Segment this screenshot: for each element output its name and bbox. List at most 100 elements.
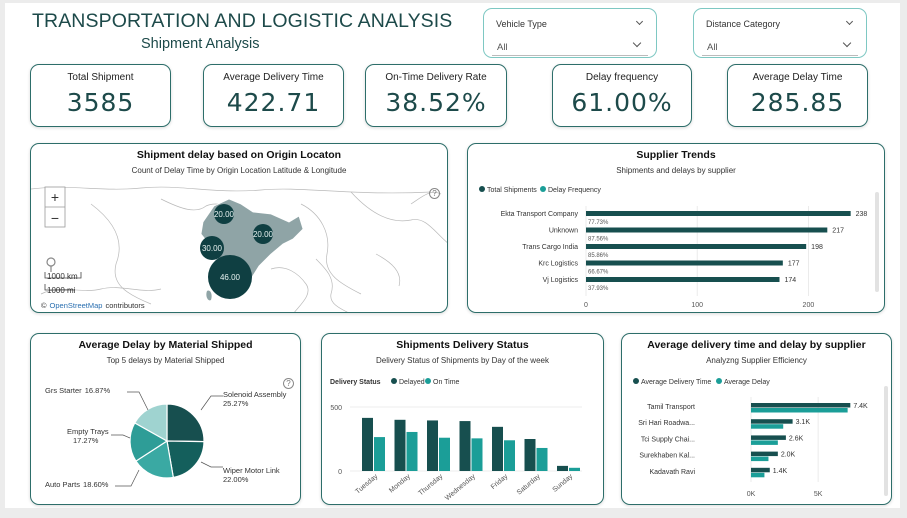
help-icon[interactable]: ? <box>429 188 440 199</box>
bar-total-shipments[interactable] <box>586 260 783 266</box>
chevron-down-icon[interactable] <box>632 38 642 48</box>
category-label: Surekhaben Kal... <box>639 453 695 460</box>
x-tick-label: Thursday <box>417 473 444 497</box>
slice-text: Grs Starter 16.87% <box>45 386 110 395</box>
kpi-label: Total Shipment <box>67 72 134 83</box>
pie-slice[interactable] <box>166 403 205 443</box>
supplier-efficiency-chart[interactable]: Average Delivery Time Average Delay 0K 5K Ta… <box>622 334 893 506</box>
bar-avg-delay[interactable] <box>751 440 778 445</box>
material-pie-chart[interactable]: Solenoid Assembly25.27% Wiper Motor Link2… <box>31 334 302 506</box>
chevron-down-icon[interactable] <box>842 38 852 48</box>
page-subtitle: Shipment Analysis <box>141 36 260 52</box>
bar-avg-delay[interactable] <box>751 424 784 429</box>
kpi-label: Delay frequency <box>585 72 659 83</box>
kpi-value: 38.52% <box>385 88 487 117</box>
slice-percent: 25.27% <box>223 399 249 408</box>
map-border-line <box>375 253 401 287</box>
bar-data-label: 2.6K <box>789 435 804 442</box>
vehicle-type-slicer[interactable]: Vehicle Type All <box>483 8 657 58</box>
slice-label: Empty Trays <box>67 427 109 436</box>
legend-label[interactable]: Delay Frequency <box>548 187 601 194</box>
bar-total-shipments[interactable] <box>586 244 807 249</box>
bar-delayed[interactable] <box>459 421 471 471</box>
bar-data-label: 238 <box>856 211 868 218</box>
bar-avg-delivery-time[interactable] <box>751 419 793 424</box>
kpi-average-delay-time: Average Delay Time 285.85 <box>727 64 868 127</box>
scrollbar[interactable] <box>884 386 888 496</box>
scale-km-label: 1000 km <box>47 272 78 281</box>
scrollbar[interactable] <box>875 192 879 292</box>
legend-label[interactable]: Total Shipments <box>487 187 537 194</box>
supplier-trends-chart[interactable]: Total Shipments Delay Frequency 0 100 200 Ekt… <box>468 144 886 314</box>
bar-delayed[interactable] <box>427 420 438 471</box>
bar-total-shipments[interactable] <box>586 277 780 282</box>
slicer-underline <box>492 55 648 56</box>
bar-avg-delivery-time[interactable] <box>751 467 770 473</box>
distance-category-slicer[interactable]: Distance Category All <box>693 8 867 58</box>
bar-delayed[interactable] <box>557 465 568 471</box>
bar-on-time[interactable] <box>439 437 450 471</box>
bar-avg-delay[interactable] <box>751 408 848 413</box>
bar-data-label: 174 <box>784 277 796 284</box>
bar-on-time[interactable] <box>374 437 385 471</box>
bar-avg-delay[interactable] <box>751 456 769 462</box>
bar-total-shipments[interactable] <box>586 211 851 216</box>
legend-label[interactable]: On Time <box>433 379 460 386</box>
legend-label[interactable]: Average Delivery Time <box>641 379 711 386</box>
category-label: Tamil Transport <box>647 404 695 411</box>
bar-total-shipments[interactable] <box>586 227 828 233</box>
bar-avg-delay[interactable] <box>751 472 765 478</box>
openstreetmap-link[interactable]: OpenStreetMap <box>50 301 103 310</box>
leader-line <box>111 434 131 439</box>
kpi-label: On-Time Delivery Rate <box>385 72 487 83</box>
bar-on-time[interactable] <box>536 447 548 471</box>
bar-on-time[interactable] <box>504 440 515 471</box>
kpi-average-delivery-time: Average Delivery Time 422.71 <box>203 64 344 127</box>
bar-avg-delivery-time[interactable] <box>751 435 786 440</box>
map-bubble-label: 20.00 <box>253 230 274 239</box>
legend-label[interactable]: Average Delay <box>724 379 770 386</box>
dashboard-page: TRANSPORTATION AND LOGISTIC ANALYSIS Shi… <box>5 3 900 508</box>
map-attribution: © OpenStreetMap contributors <box>41 301 145 310</box>
chevron-down-icon[interactable] <box>635 17 644 26</box>
bar-avg-delivery-time[interactable] <box>751 451 778 457</box>
bar-delayed[interactable] <box>524 439 536 471</box>
bar-on-time[interactable] <box>569 467 580 471</box>
bar-on-time[interactable] <box>406 431 418 471</box>
kpi-value: 61.00% <box>571 88 673 117</box>
location-pin-icon[interactable] <box>46 257 56 267</box>
category-label: Sri Hari Roadwa... <box>638 420 695 427</box>
distance-category-value[interactable]: All <box>707 42 718 53</box>
slice-percent: 16.87% <box>85 386 111 395</box>
slice-label: Solenoid Assembly <box>223 390 287 399</box>
x-tick-label: 0 <box>584 302 588 309</box>
zoom-out-button[interactable]: − <box>51 210 59 226</box>
map-svg[interactable]: 20.00 20.00 30.00 46.00 + − 1000 km 1000… <box>31 144 448 313</box>
vehicle-type-value[interactable]: All <box>497 42 508 53</box>
page-title: TRANSPORTATION AND LOGISTIC ANALYSIS <box>32 10 453 32</box>
bar-delayed[interactable] <box>362 417 373 471</box>
bar-data-label: 217 <box>832 228 844 235</box>
category-label: Ekta Transport Company <box>501 211 579 218</box>
map-card: Shipment delay based on Origin Locaton C… <box>30 143 448 313</box>
leader-line <box>115 469 140 487</box>
kpi-delay-frequency: Delay frequency 61.00% <box>552 64 692 127</box>
srilanka-shape <box>206 290 212 301</box>
x-tick-label: Saturday <box>516 473 542 497</box>
delivery-status-chart[interactable]: Delivery Status Delayed On Time 0 500 Tuesday… <box>322 334 605 506</box>
bar-delayed[interactable] <box>394 419 406 471</box>
bar-avg-delivery-time[interactable] <box>751 403 851 408</box>
map-bubble-label: 30.00 <box>202 244 223 253</box>
bar-on-time[interactable] <box>471 438 483 471</box>
category-label: Tci Supply Chai... <box>641 436 695 443</box>
legend-marker <box>479 186 485 192</box>
chevron-down-icon[interactable] <box>845 17 854 26</box>
bar-data-label: 7.4K <box>853 403 868 410</box>
bar-data-label: 3.1K <box>796 419 811 426</box>
x-tick-label: Sunday <box>552 473 575 494</box>
x-tick-label: Wednesday <box>444 473 477 502</box>
supplier-efficiency-card: Average delivery time and delay by suppl… <box>621 333 892 505</box>
zoom-in-button[interactable]: + <box>51 189 59 205</box>
bar-delayed[interactable] <box>492 426 503 471</box>
legend-label[interactable]: Delayed <box>399 379 425 386</box>
